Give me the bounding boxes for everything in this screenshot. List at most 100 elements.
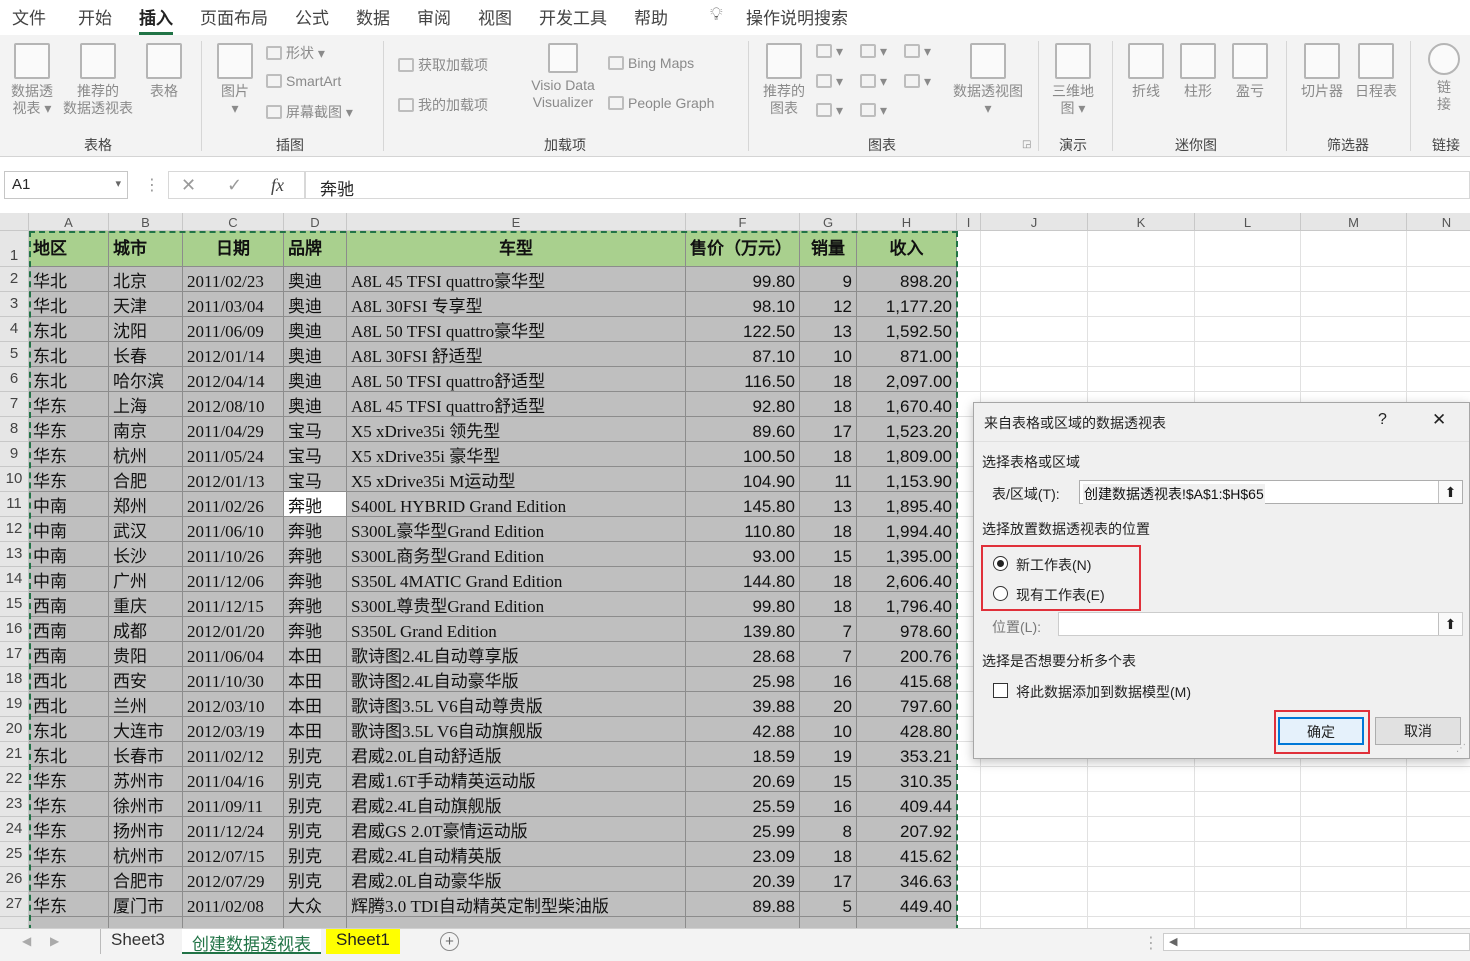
table-cell[interactable]: 西南: [29, 642, 109, 667]
table-cell[interactable]: 郑州: [109, 492, 183, 517]
table-cell[interactable]: 978.60: [857, 617, 957, 642]
table-cell[interactable]: 西北: [29, 667, 109, 692]
table-cell[interactable]: 厦门市: [109, 892, 183, 917]
table-cell[interactable]: 兰州: [109, 692, 183, 717]
splitter-icon[interactable]: ⋮: [1143, 933, 1159, 953]
table-cell[interactable]: 别克: [284, 767, 347, 792]
row-header[interactable]: 6: [0, 367, 29, 392]
table-cell[interactable]: 15: [800, 542, 857, 567]
empty-cell[interactable]: [1301, 792, 1407, 817]
table-cell[interactable]: 君威GS 2.0T豪情运动版: [347, 817, 686, 842]
empty-cell[interactable]: [1407, 367, 1470, 392]
row-header[interactable]: 3: [0, 292, 29, 317]
row-header[interactable]: 14: [0, 567, 29, 592]
ok-button[interactable]: 确定: [1278, 717, 1364, 745]
empty-cell[interactable]: [957, 867, 981, 892]
table-cell[interactable]: 18: [800, 517, 857, 542]
empty-cell[interactable]: [981, 231, 1088, 267]
waterfall-chart-button[interactable]: ▾: [904, 43, 931, 60]
table-cell[interactable]: 139.80: [686, 617, 800, 642]
empty-cell[interactable]: [1195, 317, 1301, 342]
empty-cell[interactable]: [1407, 792, 1470, 817]
table-cell[interactable]: 415.62: [857, 842, 957, 867]
table-cell[interactable]: 宝马: [284, 442, 347, 467]
table-cell[interactable]: 1,670.40: [857, 392, 957, 417]
table-cell[interactable]: 16: [800, 667, 857, 692]
table-cell[interactable]: A8L 45 TFSI quattro舒适型: [347, 392, 686, 417]
empty-cell[interactable]: [1301, 342, 1407, 367]
tab-page-layout[interactable]: 页面布局: [200, 4, 268, 29]
next-sheet-icon[interactable]: ▶: [50, 934, 59, 948]
table-cell[interactable]: 2011/05/24: [183, 442, 284, 467]
empty-cell[interactable]: [981, 917, 1088, 928]
slicer-button[interactable]: 切片器: [1296, 43, 1348, 100]
table-cell[interactable]: 东北: [29, 317, 109, 342]
table-cell[interactable]: 重庆: [109, 592, 183, 617]
row-header[interactable]: 7: [0, 392, 29, 417]
empty-cell[interactable]: [981, 367, 1088, 392]
table-cell[interactable]: 18: [800, 567, 857, 592]
empty-cell[interactable]: [957, 892, 981, 917]
table-cell[interactable]: 9: [800, 267, 857, 292]
table-cell[interactable]: S300L豪华型Grand Edition: [347, 517, 686, 542]
table-cell[interactable]: 2011/12/06: [183, 567, 284, 592]
table-cell[interactable]: 2011/04/16: [183, 767, 284, 792]
table-cell[interactable]: 2012/07/29: [183, 867, 284, 892]
empty-cell[interactable]: [957, 231, 981, 267]
row-header[interactable]: 4: [0, 317, 29, 342]
table-cell[interactable]: 145.80: [686, 492, 800, 517]
tab-file[interactable]: 文件: [12, 4, 46, 29]
table-cell[interactable]: 歌诗图3.5L V6自动尊贵版: [347, 692, 686, 717]
header-cell[interactable]: 地区: [29, 231, 109, 267]
table-cell[interactable]: 奔驰: [284, 517, 347, 542]
table-cell[interactable]: 君威2.0L自动豪华版: [347, 867, 686, 892]
table-cell[interactable]: 东北: [29, 342, 109, 367]
column-header[interactable]: C: [183, 213, 284, 231]
table-cell[interactable]: 346.63: [857, 867, 957, 892]
table-cell[interactable]: [800, 917, 857, 928]
row-header[interactable]: 1: [0, 231, 29, 267]
sparkline-column-button[interactable]: 柱形: [1174, 43, 1222, 100]
empty-cell[interactable]: [1301, 817, 1407, 842]
table-cell[interactable]: 哈尔滨: [109, 367, 183, 392]
table-cell[interactable]: [29, 917, 109, 928]
enter-icon[interactable]: ✓: [227, 175, 242, 196]
empty-cell[interactable]: [1407, 892, 1470, 917]
table-cell[interactable]: 2,606.40: [857, 567, 957, 592]
table-cell[interactable]: [183, 917, 284, 928]
table-cell[interactable]: 长春: [109, 342, 183, 367]
header-cell[interactable]: 收入: [857, 231, 957, 267]
empty-cell[interactable]: [1195, 342, 1301, 367]
table-cell[interactable]: 39.88: [686, 692, 800, 717]
table-button[interactable]: 表格: [140, 43, 188, 100]
table-cell[interactable]: [347, 917, 686, 928]
empty-cell[interactable]: [1088, 792, 1195, 817]
empty-cell[interactable]: [1088, 317, 1195, 342]
table-cell[interactable]: 99.80: [686, 592, 800, 617]
table-cell[interactable]: 13: [800, 317, 857, 342]
table-cell[interactable]: 2012/01/13: [183, 467, 284, 492]
table-cell[interactable]: 宝马: [284, 467, 347, 492]
table-cell[interactable]: [857, 917, 957, 928]
table-cell[interactable]: 君威2.0L自动舒适版: [347, 742, 686, 767]
table-cell[interactable]: 歌诗图2.4L自动尊享版: [347, 642, 686, 667]
table-cell[interactable]: 1,809.00: [857, 442, 957, 467]
empty-cell[interactable]: [1195, 767, 1301, 792]
table-cell[interactable]: 天津: [109, 292, 183, 317]
empty-cell[interactable]: [1088, 292, 1195, 317]
table-cell[interactable]: A8L 30FSI 专享型: [347, 292, 686, 317]
row-header[interactable]: 5: [0, 342, 29, 367]
sparkline-line-button[interactable]: 折线: [1122, 43, 1170, 100]
row-header[interactable]: 25: [0, 842, 29, 867]
empty-cell[interactable]: [1088, 842, 1195, 867]
table-cell[interactable]: S300L尊贵型Grand Edition: [347, 592, 686, 617]
table-cell[interactable]: 东北: [29, 367, 109, 392]
tab-home[interactable]: 开始: [78, 4, 112, 29]
location-input[interactable]: ⬆: [1058, 612, 1463, 636]
table-cell[interactable]: 君威1.6T手动精英运动版: [347, 767, 686, 792]
empty-cell[interactable]: [981, 342, 1088, 367]
empty-cell[interactable]: [1301, 231, 1407, 267]
table-cell[interactable]: 10: [800, 717, 857, 742]
empty-cell[interactable]: [1407, 292, 1470, 317]
name-box[interactable]: A1: [4, 171, 128, 199]
